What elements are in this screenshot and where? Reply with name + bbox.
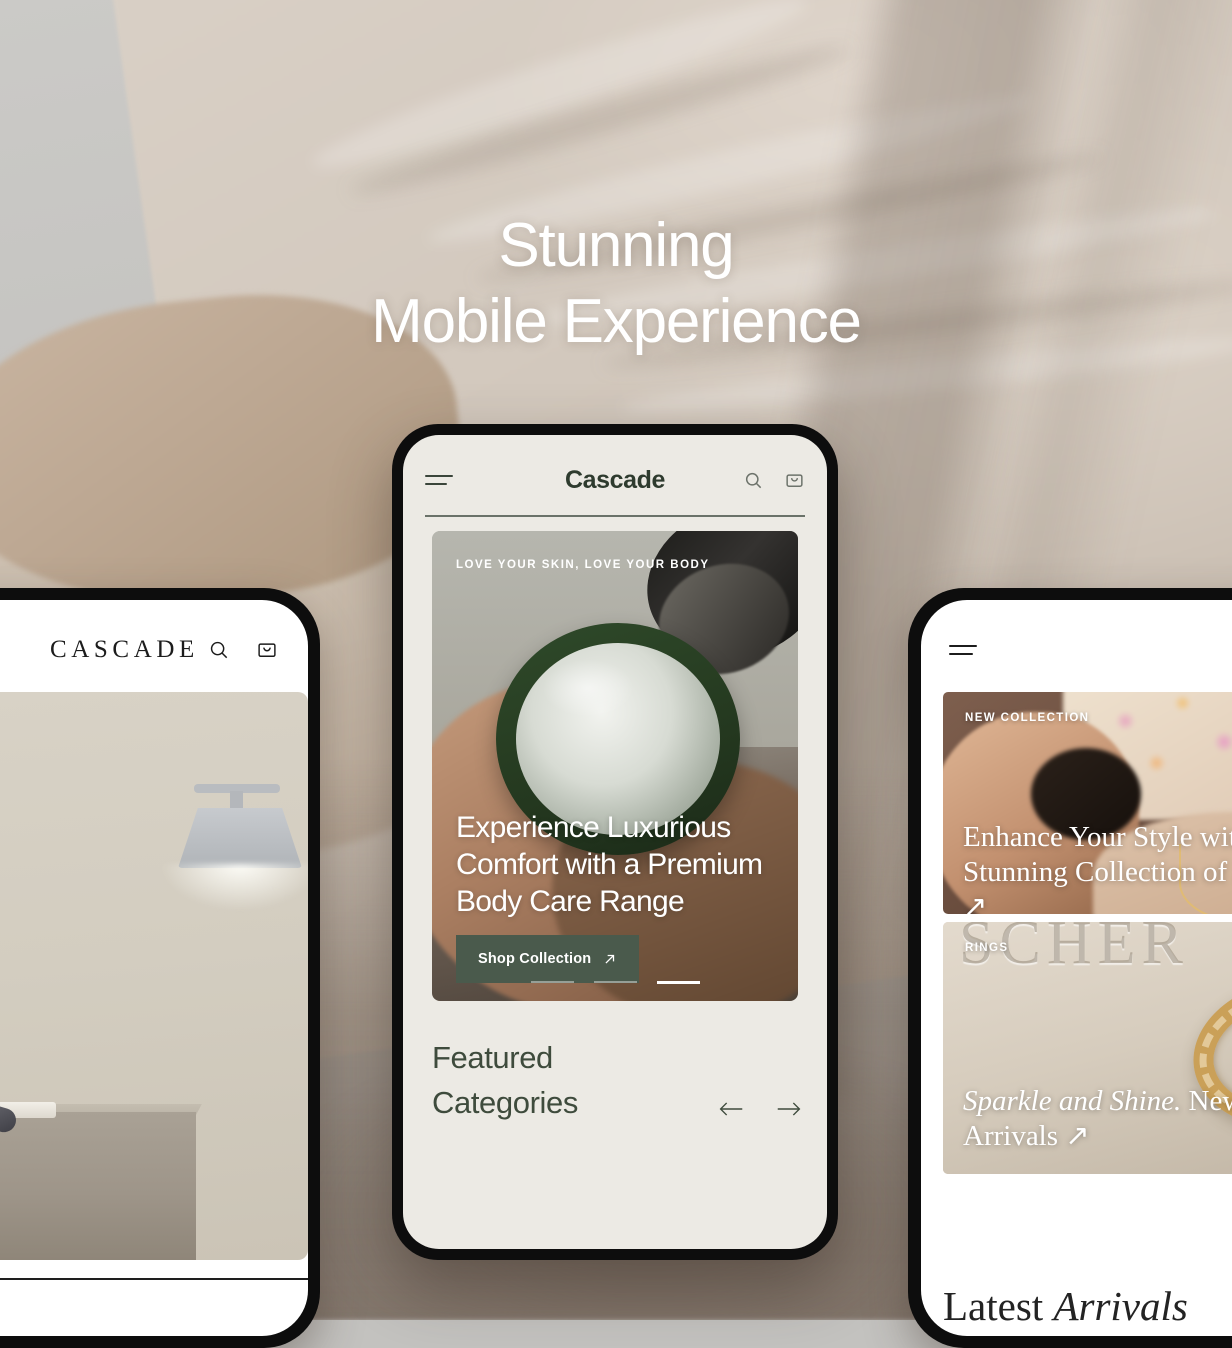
center-app-header: Cascade (403, 449, 827, 511)
carousel-dot-3-active[interactable] (656, 981, 700, 984)
shopping-bag-icon[interactable] (784, 470, 805, 491)
arrivals-label: Arrivals (1053, 1283, 1188, 1329)
arrow-up-right-icon (603, 952, 617, 966)
shopping-bag-icon[interactable] (256, 639, 278, 661)
phone-mockup-right: Cascade NEW COLLECTION Enhance Your Styl… (908, 588, 1232, 1348)
c1-plain-1: Enhance Your Style with a (963, 821, 1232, 853)
left-hero-image (0, 692, 308, 1260)
carousel-indicators[interactable] (432, 981, 798, 984)
latest-label: Latest (943, 1283, 1054, 1329)
collection-card-jewelry[interactable]: NEW COLLECTION Enhance Your Style with a… (943, 692, 1232, 914)
phone-screen-center: Cascade LOVE YOUR SKIN, LOVE YOUR BODY E… (403, 435, 827, 1249)
lamp-glow (162, 864, 308, 910)
shop-collection-button[interactable]: Shop Collection (456, 935, 640, 983)
featured-title-line-1: Featured (432, 1040, 553, 1075)
card-tag-rings: RINGS (965, 942, 1009, 954)
carousel-dot-2[interactable] (593, 981, 637, 983)
jar-sheen (542, 659, 634, 717)
left-app-header: CASCADE (0, 614, 308, 686)
headline-line-1: Stunning (498, 211, 734, 280)
lamp-neck (230, 791, 243, 809)
c1-plain-2: Stunning Collection of (963, 856, 1232, 888)
phone-mockup-center: Cascade LOVE YOUR SKIN, LOVE YOUR BODY E… (392, 424, 838, 1260)
c2-plain-1: New Ring (1188, 1085, 1232, 1117)
concrete-plinth (0, 1112, 196, 1260)
left-section-title: Discover Endless (0, 1300, 308, 1336)
c2-plain-2: Arrivals (963, 1120, 1059, 1152)
shop-collection-label: Shop Collection (478, 951, 592, 967)
collection-card-rings[interactable]: SCHER RINGS Sparkle and Shine. New Ring … (943, 922, 1232, 1174)
right-app-header: Cascade (921, 616, 1232, 684)
center-header-rule (425, 515, 805, 517)
featured-categories-title: Featured Categories (432, 1035, 578, 1125)
featured-carousel-nav (718, 1099, 802, 1125)
page-headline: Stunning Mobile Experience (0, 208, 1232, 360)
sculpture-object (0, 1046, 22, 1136)
card-caption-rings: Sparkle and Shine. New Ring Arrivals ↗ (963, 1084, 1232, 1154)
featured-title-line-2: Categories (432, 1085, 578, 1120)
card-tag-new-collection: NEW COLLECTION (965, 712, 1090, 724)
phone-screen-right: Cascade NEW COLLECTION Enhance Your Styl… (921, 600, 1232, 1336)
c1-arrow: ↗ (963, 891, 988, 914)
hero-title: Experience Luxurious Comfort with a Prem… (456, 811, 763, 918)
carousel-prev-button[interactable] (718, 1099, 744, 1119)
headline-line-2: Mobile Experience (371, 287, 862, 356)
c2-italic: Sparkle and Shine. (963, 1085, 1182, 1117)
left-section-divider (0, 1278, 308, 1280)
center-header-icons (743, 470, 805, 491)
c2-arrow: ↗ (1065, 1120, 1090, 1152)
left-brand-logo[interactable]: CASCADE (50, 636, 199, 664)
carousel-next-button[interactable] (776, 1099, 802, 1119)
hamburger-menu-icon[interactable] (425, 475, 453, 485)
center-hero-banner[interactable]: LOVE YOUR SKIN, LOVE YOUR BODY Experienc… (432, 531, 798, 1001)
search-icon[interactable] (208, 639, 230, 661)
lamp-shade-icon (178, 808, 302, 868)
right-section-title: Latest Arrivals (943, 1282, 1188, 1330)
phone-screen-left: CASCADE (0, 600, 308, 1336)
phone-mockup-left: CASCADE (0, 588, 320, 1348)
search-icon[interactable] (743, 470, 764, 491)
card-caption-jewelry: Enhance Your Style with a Stunning Colle… (963, 820, 1232, 914)
hero-eyebrow: LOVE YOUR SKIN, LOVE YOUR BODY (456, 559, 710, 571)
carousel-dot-1[interactable] (530, 981, 574, 983)
featured-categories-section: Featured Categories (432, 1035, 802, 1125)
left-header-icons (208, 639, 278, 661)
hamburger-menu-icon[interactable] (949, 645, 977, 655)
